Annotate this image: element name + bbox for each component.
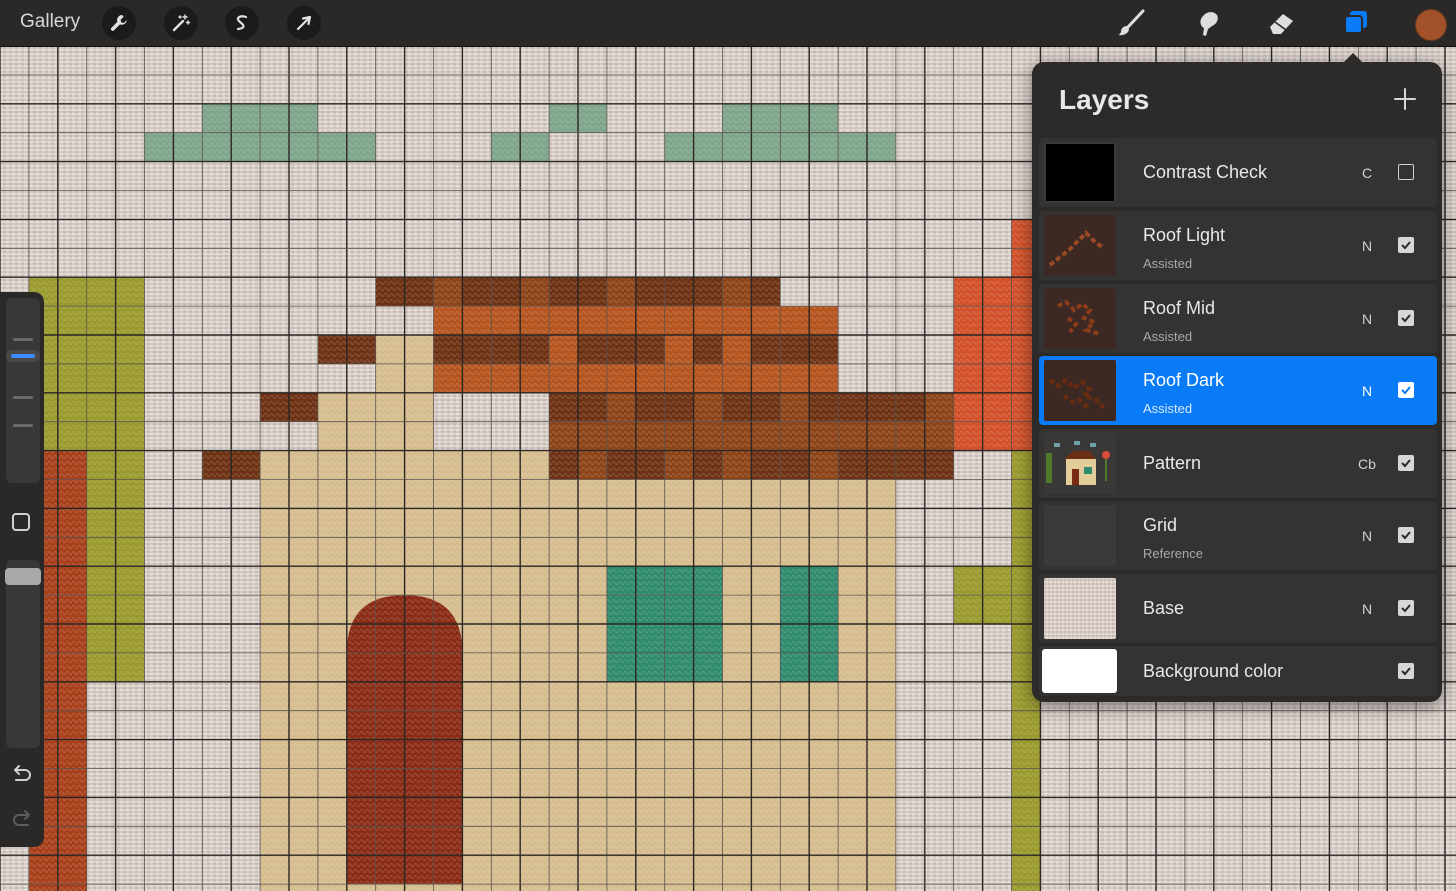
brush-size-slider[interactable] [6,298,40,483]
layers-icon[interactable] [1339,6,1373,40]
layer-row-base[interactable]: Base N [1039,574,1437,643]
blend-mode-button[interactable]: C [1352,165,1382,181]
layer-name: Contrast Check [1143,162,1268,182]
layer-name: Background color [1143,661,1284,681]
layers-title: Layers [1059,84,1150,115]
wrench-icon[interactable] [102,6,136,40]
smudge-icon[interactable] [1189,6,1223,40]
layer-name: Roof Dark [1143,370,1225,390]
brush-icon[interactable] [1114,6,1148,40]
visibility-checkbox[interactable] [1398,527,1414,543]
layer-name: Pattern [1143,453,1202,473]
layer-thumbnail [1044,215,1116,276]
layer-thumbnail [1044,505,1116,566]
top-toolbar: Gallery [0,0,1456,47]
layer-subtitle: Reference [1143,546,1203,561]
layer-thumbnail [1044,578,1116,639]
layer-subtitle: Assisted [1143,401,1193,416]
layer-thumbnail [1044,433,1116,494]
opacity-thumb[interactable] [5,568,41,585]
visibility-checkbox[interactable] [1398,382,1414,398]
visibility-checkbox[interactable] [1398,600,1414,616]
layer-thumbnail [1044,360,1116,421]
layer-row-pattern[interactable]: Pattern Cb [1039,429,1437,498]
layer-row-roof-mid[interactable]: Roof Mid Assisted N [1039,284,1437,353]
layer-name: Roof Mid [1143,298,1216,318]
selection-icon[interactable] [225,6,259,40]
blend-mode-button[interactable]: Cb [1352,456,1382,472]
visibility-checkbox[interactable] [1398,164,1414,180]
blend-mode-button[interactable]: N [1352,238,1382,254]
layer-subtitle: Assisted [1143,256,1193,271]
plus-icon[interactable] [1392,86,1418,112]
blend-mode-button[interactable]: N [1352,311,1382,327]
panel-caret [1343,53,1363,63]
layer-row-roof-light[interactable]: Roof Light Assisted N [1039,211,1437,280]
visibility-checkbox[interactable] [1398,310,1414,326]
layer-subtitle: Assisted [1143,329,1193,344]
gallery-button[interactable]: Gallery [20,11,80,33]
redo-icon[interactable] [10,809,34,831]
layer-name: Grid [1143,515,1178,535]
layer-name: Roof Light [1143,225,1226,245]
visibility-checkbox[interactable] [1398,237,1414,253]
layer-row-roof-dark[interactable]: Roof Dark Assisted N [1039,356,1437,425]
left-sidebar [0,292,44,847]
layer-row-grid[interactable]: Grid Reference N [1039,501,1437,570]
opacity-slider[interactable] [5,560,41,748]
layers-panel: Layers Contrast Check C Roof Light Assis… [1032,53,1442,702]
blend-mode-button[interactable]: N [1352,383,1382,399]
magic-wand-icon[interactable] [164,6,198,40]
visibility-checkbox[interactable] [1398,455,1414,471]
layer-row-contrast-check[interactable]: Contrast Check C [1039,138,1437,207]
layer-row-background-color[interactable]: Background color [1039,646,1437,696]
layer-name: Base [1143,598,1185,618]
blend-mode-button[interactable]: N [1352,601,1382,617]
transform-arrow-icon[interactable] [287,6,321,40]
modify-button[interactable] [12,513,30,531]
layer-thumbnail [1042,649,1117,693]
undo-icon[interactable] [10,764,34,786]
layer-thumbnail [1044,288,1116,349]
layer-thumbnail [1044,142,1116,203]
current-color-swatch[interactable] [1415,9,1447,41]
visibility-checkbox[interactable] [1398,663,1414,679]
blend-mode-button[interactable]: N [1352,528,1382,544]
brush-size-thumb[interactable] [11,354,35,358]
eraser-icon[interactable] [1264,6,1298,40]
